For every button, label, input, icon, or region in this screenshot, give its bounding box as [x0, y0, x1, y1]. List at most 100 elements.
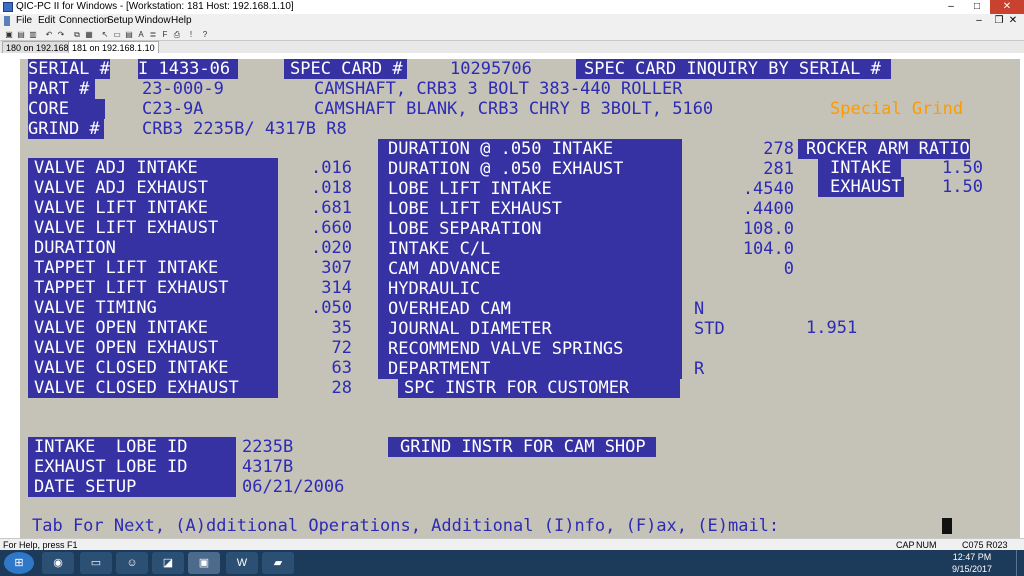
maximize-button[interactable]: □: [964, 0, 990, 14]
spec-card-field[interactable]: 10295706: [450, 59, 532, 79]
close-button[interactable]: ✕: [990, 0, 1024, 14]
rocker-exhaust-value[interactable]: 1.50: [942, 177, 983, 197]
cam-spec-value[interactable]: .4400: [686, 199, 794, 219]
valve-spec-label: VALVE CLOSED EXHAUST: [34, 378, 239, 398]
minimize-button[interactable]: –: [938, 0, 964, 14]
cam-spec-label: JOURNAL DIAMETER: [388, 319, 552, 339]
menu-connection[interactable]: Connection: [59, 14, 110, 28]
list-icon[interactable]: ≣: [148, 30, 158, 39]
redo-icon[interactable]: ↷: [56, 30, 66, 39]
rocker-intake-value[interactable]: 1.50: [942, 158, 983, 178]
cam-spec-value[interactable]: R: [694, 359, 704, 379]
app-shortcut-icon[interactable]: ◪: [152, 552, 184, 574]
word-icon[interactable]: W: [226, 552, 258, 574]
copy-icon[interactable]: ⧉: [72, 30, 82, 39]
grind-instr-label[interactable]: GRIND INSTR FOR CAM SHOP: [388, 437, 656, 457]
valve-spec-value[interactable]: .681: [286, 198, 352, 218]
cam-spec-label: LOBE LIFT EXHAUST: [388, 199, 562, 219]
cam-spec-label: DURATION @ .050 INTAKE: [388, 139, 614, 159]
valve-spec-value[interactable]: 63: [286, 358, 352, 378]
intake-lobe-value[interactable]: 2235B: [242, 437, 293, 457]
menu-file[interactable]: File: [16, 14, 32, 28]
paste-icon[interactable]: ▦: [84, 30, 94, 39]
menu-window[interactable]: Window: [135, 14, 171, 28]
journal-diameter-value[interactable]: 1.951: [806, 318, 857, 338]
spc-instr-label[interactable]: SPC INSTR FOR CUSTOMER: [404, 378, 630, 398]
grind-label: GRIND #: [28, 119, 104, 139]
intake-lobe-label: INTAKE LOBE ID: [34, 437, 188, 457]
title-bar: QIC-PC II for Windows - [Workstation: 18…: [0, 0, 1024, 14]
exhaust-lobe-value[interactable]: 4317B: [242, 457, 293, 477]
start-button-icon[interactable]: ⊞: [4, 552, 34, 574]
print-icon[interactable]: ⎙: [172, 30, 182, 39]
doc-icon: [4, 16, 10, 26]
text-cursor[interactable]: [942, 518, 952, 534]
taskbar-clock[interactable]: 12:47 PM 9/15/2017: [942, 551, 1002, 575]
cam-spec-value[interactable]: 104.0: [686, 239, 794, 259]
disconnect-icon[interactable]: ▤: [16, 30, 26, 39]
exhaust-lobe-label: EXHAUST LOBE ID: [34, 457, 188, 477]
valve-spec-value[interactable]: .018: [286, 178, 352, 198]
valve-spec-value[interactable]: 307: [286, 258, 352, 278]
cam-spec-value[interactable]: N: [694, 299, 704, 319]
alert-icon[interactable]: !: [186, 30, 196, 39]
grind-field[interactable]: CRB3 2235B/ 4317B R8: [142, 119, 347, 139]
part-field[interactable]: 23-000-9: [142, 79, 224, 99]
connect-icon[interactable]: ▣: [4, 30, 14, 39]
cam-spec-value[interactable]: 108.0: [686, 219, 794, 239]
hosts-icon[interactable]: ▥: [28, 30, 38, 39]
menu-bar: File Edit Connection Setup Window Help –…: [0, 14, 1024, 28]
show-desktop-button[interactable]: [1016, 550, 1024, 576]
rocker-arm-title: ROCKER ARM RATIO: [798, 139, 970, 159]
cam-spec-label: DEPARTMENT: [388, 359, 491, 379]
core-description: CAMSHAFT BLANK, CRB3 CHRY B 3BOLT, 5160: [314, 99, 714, 119]
valve-spec-value[interactable]: 28: [286, 378, 352, 398]
valve-spec-value[interactable]: 72: [286, 338, 352, 358]
toolbar: ▣ ▤ ▥ ↶ ↷ ⧉ ▦ ↖ ▭ ▤ A ≣ F ⎙ ! ?: [0, 28, 1024, 41]
spec-card-label: SPEC CARD #: [284, 59, 407, 79]
cam-spec-label: CAM ADVANCE: [388, 259, 501, 279]
valve-spec-label: VALVE ADJ INTAKE: [34, 158, 198, 178]
valve-spec-value[interactable]: .660: [286, 218, 352, 238]
part-label: PART #: [28, 79, 96, 99]
screen-title: SPEC CARD INQUIRY BY SERIAL #: [576, 59, 891, 79]
font-icon[interactable]: A: [136, 30, 146, 39]
cam-spec-value[interactable]: STD: [694, 319, 725, 339]
window-title: QIC-PC II for Windows - [Workstation: 18…: [16, 1, 294, 12]
child-close-button[interactable]: ✕: [1004, 14, 1022, 28]
valve-spec-label: TAPPET LIFT INTAKE: [34, 258, 219, 278]
app-orange-icon[interactable]: ☺: [116, 552, 148, 574]
menu-help[interactable]: Help: [171, 14, 192, 28]
cam-spec-label: LOBE LIFT INTAKE: [388, 179, 552, 199]
cam-spec-label: INTAKE C/L: [388, 239, 491, 259]
cam-spec-value[interactable]: 281: [686, 159, 794, 179]
file-explorer-icon[interactable]: ▭: [80, 552, 112, 574]
menu-edit[interactable]: Edit: [38, 14, 55, 28]
date-setup-value[interactable]: 06/21/2006: [242, 477, 344, 497]
valve-spec-value[interactable]: .050: [286, 298, 352, 318]
menu-setup[interactable]: Setup: [107, 14, 133, 28]
rocker-intake-label: INTAKE: [818, 158, 902, 178]
tab-session-181[interactable]: 181 on 192.168.1.10: [68, 41, 159, 53]
undo-icon[interactable]: ↶: [44, 30, 54, 39]
document-icon[interactable]: ▤: [124, 30, 134, 39]
terminal-screen[interactable]: SERIAL # I 1433-06 SPEC CARD # 10295706 …: [20, 59, 1020, 538]
valve-spec-value[interactable]: 314: [286, 278, 352, 298]
fax-icon[interactable]: F: [160, 30, 170, 39]
help-icon[interactable]: ?: [200, 30, 210, 39]
core-field[interactable]: C23-9A: [142, 99, 203, 119]
window-icon[interactable]: ▭: [112, 30, 122, 39]
qic-pc-icon[interactable]: ▣: [188, 552, 220, 574]
valve-spec-value[interactable]: .016: [286, 158, 352, 178]
cam-spec-value[interactable]: 278: [686, 139, 794, 159]
terminal-area[interactable]: SERIAL # I 1433-06 SPEC CARD # 10295706 …: [0, 53, 1024, 538]
valve-spec-value[interactable]: 35: [286, 318, 352, 338]
app-car-icon[interactable]: ▰: [262, 552, 294, 574]
cam-spec-value[interactable]: .4540: [686, 179, 794, 199]
cam-spec-value[interactable]: 0: [686, 259, 794, 279]
date-setup-label: DATE SETUP: [34, 477, 137, 497]
valve-spec-value[interactable]: .020: [286, 238, 352, 258]
select-icon[interactable]: ↖: [100, 30, 110, 39]
serial-field[interactable]: I 1433-06: [138, 59, 239, 79]
chrome-icon[interactable]: ◉: [42, 552, 74, 574]
